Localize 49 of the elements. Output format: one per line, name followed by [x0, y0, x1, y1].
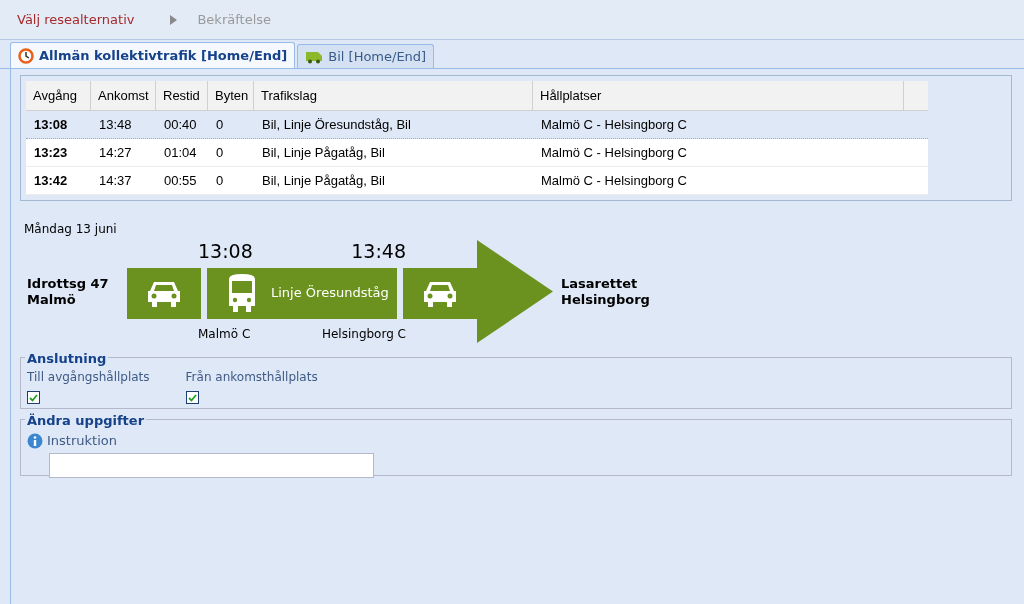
origin-label: Idrottsg 47 Malmö [27, 275, 110, 308]
table-cell-text: Bil, Linje Pågatåg, Bil [261, 143, 386, 162]
table-cell-text: 14:37 [98, 171, 133, 190]
table-cell-text: 0 [215, 143, 225, 162]
line-label: Linje Öresundståg [271, 284, 389, 303]
arrival-time: 13:48 [351, 239, 406, 264]
table-cell-text: Malmö C - Helsingborg C [540, 143, 688, 162]
checkbox[interactable] [185, 391, 199, 404]
instruction-field[interactable] [49, 452, 374, 478]
tab[interactable]: Allmän kollektivtrafik [Home/End] [10, 42, 296, 68]
van-icon [305, 49, 324, 64]
tab[interactable]: Bil [Home/End] [297, 44, 435, 68]
checkbox[interactable] [27, 391, 40, 404]
table-cell-text: 13:23 [33, 143, 69, 162]
column-header[interactable]: Hållplatser [533, 81, 904, 110]
info-icon [27, 432, 43, 449]
table-cell-text: Malmö C - Helsingborg C [540, 115, 688, 134]
column-header[interactable]: Byten [208, 81, 254, 110]
stop-label: Helsingborg C [321, 325, 406, 343]
table-cell-text: 00:55 [163, 171, 198, 190]
column-header[interactable]: Avgång [26, 81, 91, 110]
departure-time: 13:08 [198, 239, 253, 264]
check-icon [29, 393, 38, 402]
column-header[interactable]: Restid [156, 81, 208, 110]
table-cell-text: Malmö C - Helsingborg C [540, 171, 688, 190]
table-row[interactable]: 13:08 13:48 00:40 0 Bil, Linje Öresundståg, Bil Malmö C - Helsingborg C [26, 111, 928, 139]
date-label: Måndag 13 juni [24, 221, 118, 238]
table-cell-text: 14:27 [98, 143, 133, 162]
clock-icon [18, 47, 34, 64]
table-cell-text: 13:42 [33, 171, 69, 190]
field-label: Instruktion [47, 432, 117, 450]
table-cell-text: 00:40 [163, 115, 198, 134]
table-cell-text: 0 [215, 115, 225, 134]
table-cell-text: 01:04 [163, 143, 198, 162]
table-cell-text: 13:08 [33, 115, 69, 134]
group-title: Ändra uppgifter [25, 411, 147, 431]
check-icon [187, 393, 197, 402]
table-cell-text: Bil, Linje Pågatåg, Bil [261, 171, 386, 190]
checkbox-label: Till avgångshållplats [27, 369, 150, 386]
checkbox-label: Från ankomsthållplats [185, 369, 318, 386]
table-cell-text: 0 [215, 171, 225, 190]
chevron-icon [170, 14, 178, 25]
stop-label: Malmö C [198, 325, 251, 343]
column-header[interactable]: Ankomst [91, 81, 156, 110]
table-cell-text: 13:48 [98, 115, 133, 134]
step-label[interactable]: Välj resealternativ [17, 9, 135, 30]
table-cell-text: Bil, Linje Öresundståg, Bil [261, 115, 412, 134]
destination-label: Lasarettet Helsingborg [561, 275, 650, 308]
column-header[interactable]: Trafikslag [254, 81, 533, 110]
